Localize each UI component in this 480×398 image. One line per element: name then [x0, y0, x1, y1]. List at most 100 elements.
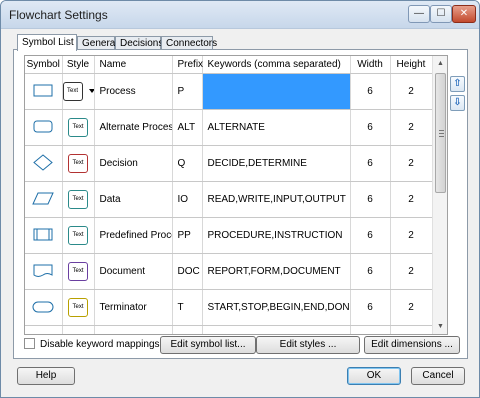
- table-row[interactable]: Text Data IO READ,WRITE,INPUT,OUTPUT 6 2: [25, 181, 433, 218]
- symbol-cell[interactable]: [25, 289, 63, 326]
- maximize-button[interactable]: ☐: [430, 5, 452, 23]
- edit-symbol-list-button[interactable]: Edit symbol list...: [160, 336, 256, 354]
- keywords-cell[interactable]: REPORT,FORM,DOCUMENT: [202, 253, 351, 290]
- keywords-cell[interactable]: [202, 325, 351, 334]
- name-cell[interactable]: Alternate Process: [94, 109, 173, 146]
- keywords-cell[interactable]: READ,WRITE,INPUT,OUTPUT: [202, 181, 351, 218]
- name-cell[interactable]: Decision: [94, 145, 173, 182]
- chevron-down-icon[interactable]: [88, 89, 93, 93]
- height-cell[interactable]: 2: [390, 145, 433, 182]
- col-header-style[interactable]: Style: [62, 56, 95, 74]
- style-cell[interactable]: Text: [62, 145, 95, 182]
- symbol-cell[interactable]: [25, 145, 63, 182]
- col-header-prefix[interactable]: Prefix: [172, 56, 203, 74]
- prefix-cell[interactable]: DOC: [172, 253, 203, 290]
- width-cell[interactable]: 6: [350, 181, 391, 218]
- table-vertical-scrollbar[interactable]: ▲ ▼: [432, 56, 447, 334]
- col-header-keywords[interactable]: Keywords (comma separated): [202, 56, 351, 74]
- prefix-cell[interactable]: PP: [172, 217, 203, 254]
- ok-button[interactable]: OK: [347, 367, 401, 385]
- table-row[interactable]: Text Process P 6 2: [25, 73, 433, 110]
- table-row[interactable]: Text Terminator T START,STOP,BEGIN,END,DONE…: [25, 289, 433, 326]
- keywords-cell[interactable]: ALTERNATE: [202, 109, 351, 146]
- keywords-cell[interactable]: [202, 73, 351, 110]
- width-cell[interactable]: 6: [350, 217, 391, 254]
- col-header-symbol[interactable]: Symbol: [25, 56, 63, 74]
- style-swatch[interactable]: Text: [68, 297, 88, 317]
- scrollbar-thumb[interactable]: [435, 73, 446, 193]
- prefix-cell[interactable]: C: [172, 325, 203, 334]
- tab-general[interactable]: General: [77, 36, 118, 50]
- tab-decisions[interactable]: Decisions: [115, 36, 163, 50]
- symbol-cell[interactable]: [25, 73, 63, 110]
- table-row[interactable]: Text Alternate Process ALT ALTERNATE 6 2: [25, 109, 433, 146]
- cancel-button[interactable]: Cancel: [411, 367, 465, 385]
- height-cell[interactable]: 2: [390, 217, 433, 254]
- style-cell[interactable]: Text: [62, 181, 95, 218]
- symbol-cell[interactable]: [25, 109, 63, 146]
- style-swatch[interactable]: Text: [68, 225, 88, 245]
- style-swatch[interactable]: Text: [62, 81, 83, 101]
- symbol-cell[interactable]: [25, 181, 63, 218]
- height-cell[interactable]: 2: [390, 253, 433, 290]
- name-cell[interactable]: Terminator: [94, 289, 173, 326]
- prefix-cell[interactable]: T: [172, 289, 203, 326]
- move-up-button[interactable]: ⇧: [450, 76, 465, 92]
- width-cell[interactable]: 6: [350, 289, 391, 326]
- scroll-down-arrow-icon[interactable]: ▼: [433, 319, 447, 334]
- symbol-cell[interactable]: [25, 253, 63, 290]
- table-row[interactable]: Text ConnectorC 62: [25, 325, 433, 334]
- prefix-cell[interactable]: ALT: [172, 109, 203, 146]
- col-header-width[interactable]: Width: [350, 56, 391, 74]
- width-cell[interactable]: 6: [350, 253, 391, 290]
- style-swatch[interactable]: Text: [68, 333, 88, 334]
- close-button[interactable]: ✕: [452, 5, 476, 23]
- style-cell[interactable]: Text: [62, 289, 95, 326]
- table-row[interactable]: Text Decision Q DECIDE,DETERMINE 6 2: [25, 145, 433, 182]
- move-down-button[interactable]: ⇩: [450, 95, 465, 111]
- keywords-cell[interactable]: DECIDE,DETERMINE: [202, 145, 351, 182]
- style-cell[interactable]: Text: [62, 217, 95, 254]
- table-row[interactable]: Text Predefined ProcessPPPROCEDURE,INSTRU…: [25, 217, 433, 254]
- edit-dimensions-button[interactable]: Edit dimensions ...: [364, 336, 460, 354]
- prefix-cell[interactable]: IO: [172, 181, 203, 218]
- keywords-cell[interactable]: PROCEDURE,INSTRUCTION: [202, 217, 351, 254]
- table-row[interactable]: Text Document DOC REPORT,FORM,DOCUMENT 6 2: [25, 253, 433, 290]
- style-cell[interactable]: Text: [62, 109, 95, 146]
- col-header-height[interactable]: Height: [390, 56, 433, 74]
- height-cell[interactable]: 2: [390, 289, 433, 326]
- height-cell[interactable]: 2: [390, 181, 433, 218]
- name-cell[interactable]: Process: [94, 73, 173, 110]
- style-swatch[interactable]: Text: [68, 189, 88, 209]
- name-cell[interactable]: Connector: [94, 325, 173, 334]
- prefix-cell[interactable]: P: [172, 73, 203, 110]
- tab-symbol-list[interactable]: Symbol List: [17, 34, 77, 51]
- width-cell[interactable]: 6: [350, 109, 391, 146]
- prefix-cell[interactable]: Q: [172, 145, 203, 182]
- scroll-up-arrow-icon[interactable]: ▲: [433, 56, 447, 71]
- style-cell[interactable]: Text: [62, 73, 95, 110]
- style-cell[interactable]: Text: [62, 325, 95, 334]
- height-cell[interactable]: 2: [390, 73, 433, 110]
- style-cell[interactable]: Text: [62, 253, 95, 290]
- symbol-cell[interactable]: [25, 217, 63, 254]
- col-header-name[interactable]: Name: [94, 56, 173, 74]
- style-swatch[interactable]: Text: [68, 117, 88, 137]
- height-cell[interactable]: 2: [390, 325, 433, 334]
- disable-keyword-mappings-row[interactable]: Disable keyword mappings: [24, 338, 160, 350]
- minimize-button[interactable]: —: [408, 5, 430, 23]
- keywords-cell[interactable]: START,STOP,BEGIN,END,DONE: [202, 289, 351, 326]
- help-button[interactable]: Help: [17, 367, 75, 385]
- width-cell[interactable]: 6: [350, 73, 391, 110]
- style-swatch[interactable]: Text: [68, 261, 88, 281]
- width-cell[interactable]: 6: [350, 145, 391, 182]
- style-swatch[interactable]: Text: [68, 153, 88, 173]
- height-cell[interactable]: 2: [390, 109, 433, 146]
- disable-keyword-mappings-checkbox[interactable]: [24, 338, 35, 349]
- name-cell[interactable]: Data: [94, 181, 173, 218]
- name-cell[interactable]: Predefined Process: [94, 217, 173, 254]
- name-cell[interactable]: Document: [94, 253, 173, 290]
- symbol-cell[interactable]: [25, 325, 63, 334]
- edit-styles-button[interactable]: Edit styles ...: [256, 336, 360, 354]
- tab-connectors[interactable]: Connectors: [161, 36, 217, 50]
